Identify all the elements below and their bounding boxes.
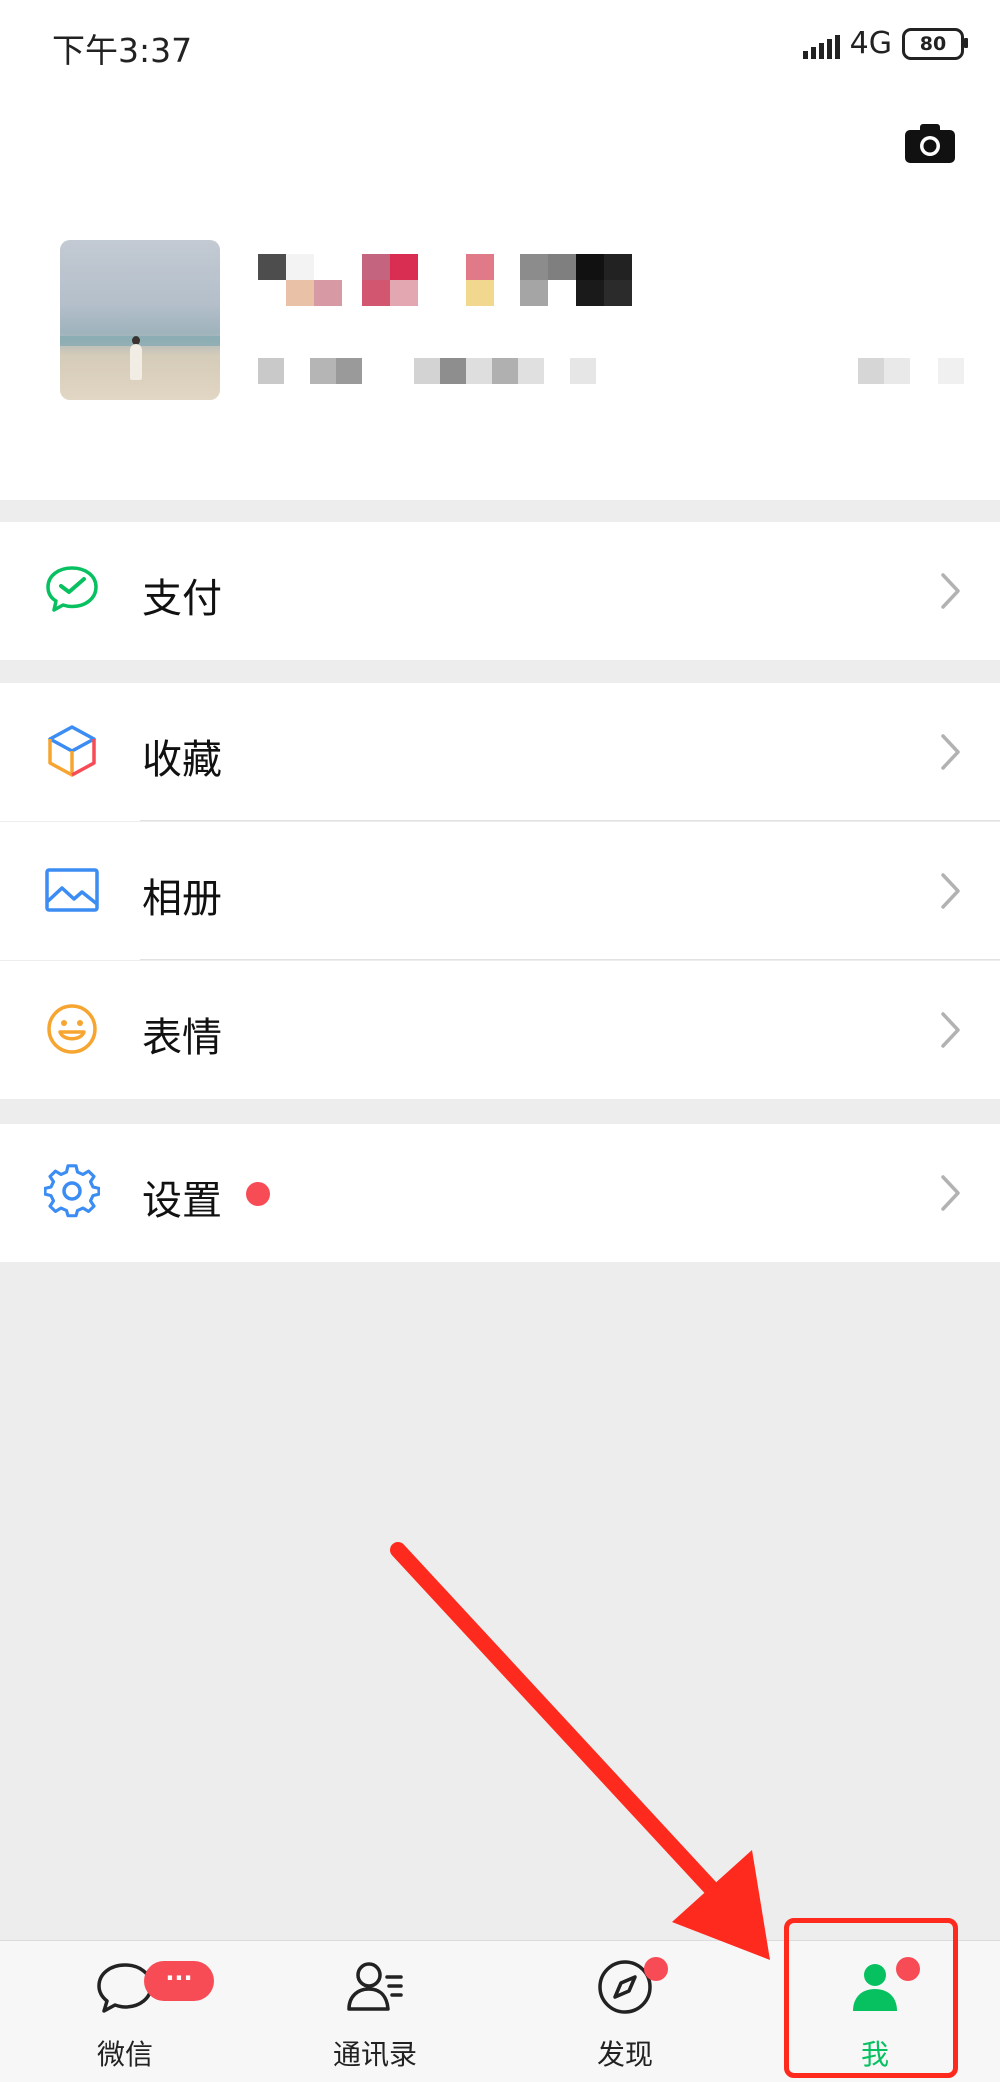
battery-icon: 80 <box>902 27 968 60</box>
profile-header[interactable] <box>0 92 1000 500</box>
avatar[interactable] <box>60 240 220 400</box>
menu-item-favorites[interactable]: 收藏 <box>0 683 1000 821</box>
image-icon <box>45 868 99 912</box>
chevron-right-icon <box>941 734 960 770</box>
menu-item-settings[interactable]: 设置 <box>0 1124 1000 1262</box>
tab-chats[interactable]: ··· 微信 <box>0 1941 250 2082</box>
tab-label: 微信 <box>96 2038 153 2071</box>
tab-label: 发现 <box>596 2038 653 2071</box>
menu-item-label: 相册 <box>142 876 222 922</box>
smile-icon <box>47 1004 97 1054</box>
chevron-right-icon <box>941 1175 960 1211</box>
menu-item-album[interactable]: 相册 <box>0 822 1000 960</box>
menu-item-label: 支付 <box>142 576 222 622</box>
menu-item-label: 设置 <box>142 1178 222 1224</box>
wechat-pay-icon <box>46 566 98 612</box>
nickname-pixelated <box>258 254 632 310</box>
signal-icon <box>802 29 840 59</box>
contacts-icon <box>347 1962 403 2011</box>
status-indicators: 4G 80 <box>802 26 968 61</box>
chevron-right-icon <box>941 573 960 609</box>
chevron-right-icon <box>941 873 960 909</box>
battery-level: 80 <box>919 32 947 55</box>
divider <box>140 820 1000 821</box>
menu-item-label: 收藏 <box>142 737 222 783</box>
menu-item-pay[interactable]: 支付 <box>0 522 1000 660</box>
divider <box>140 959 1000 960</box>
cube-icon <box>48 725 96 777</box>
tab-label: 通讯录 <box>332 2038 417 2071</box>
tab-contacts[interactable]: 通讯录 <box>250 1941 500 2082</box>
camera-icon[interactable] <box>904 122 956 164</box>
gear-icon <box>44 1164 100 1218</box>
unread-badge: ··· <box>144 1961 214 2001</box>
settings-red-dot <box>246 1182 270 1206</box>
network-type: 4G <box>849 26 892 61</box>
menu-item-label: 表情 <box>142 1015 222 1061</box>
tab-discover[interactable]: 发现 <box>500 1941 750 2082</box>
wechat-id-pixelated <box>258 358 968 388</box>
annotation-highlight-box <box>784 1918 958 2078</box>
status-time: 下午3:37 <box>52 31 193 70</box>
chevron-right-icon <box>941 1012 960 1048</box>
menu-item-stickers[interactable]: 表情 <box>0 961 1000 1099</box>
status-bar: 下午3:37 4G 80 <box>0 0 1000 92</box>
discover-red-dot <box>644 1957 668 1981</box>
